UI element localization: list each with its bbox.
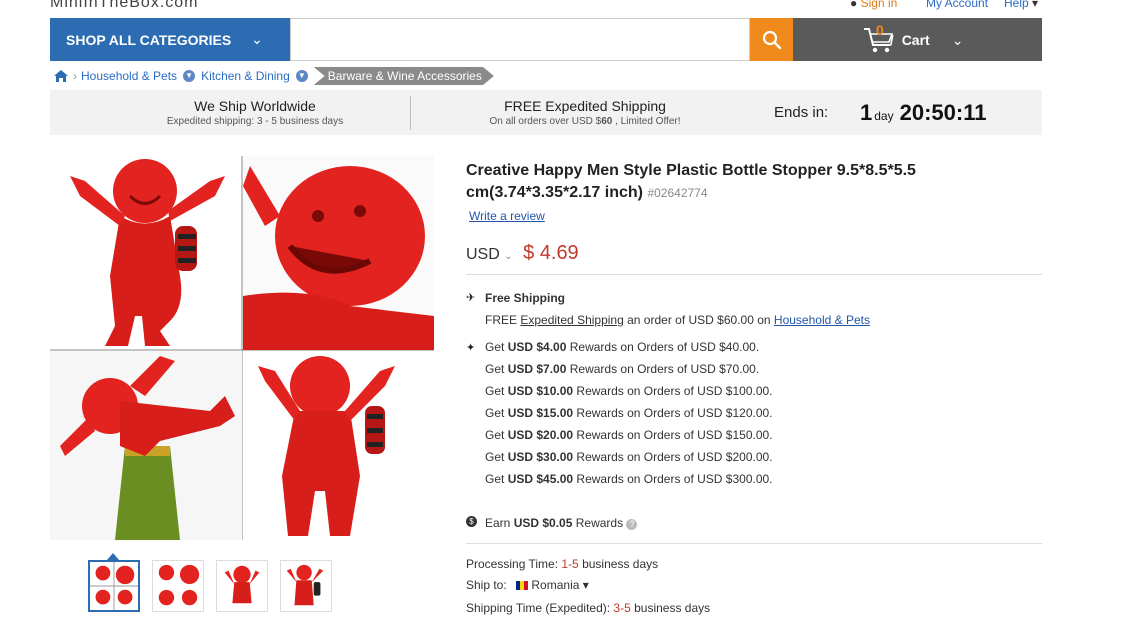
help-icon[interactable]: ? (626, 519, 638, 530)
user-icon: ● (850, 0, 858, 10)
product-figure-closeup (243, 156, 434, 350)
airplane-icon: ✈ (466, 292, 476, 304)
reward-row: Get USD $15.00 Rewards on Orders of USD … (485, 406, 773, 420)
write-review-link[interactable]: Write a review (469, 209, 545, 223)
chevron-down-icon: ⌄ (951, 31, 964, 48)
thumbnail-2[interactable] (152, 560, 204, 612)
reward-row: Get USD $45.00 Rewards on Orders of USD … (485, 472, 773, 486)
reward-row: Get USD $10.00 Rewards on Orders of USD … (485, 384, 773, 398)
cart-button[interactable]: 0 / Cart ⌄ (862, 22, 963, 58)
site-logo[interactable]: MiniInTheBox.com (50, 0, 199, 12)
reward-row: Get USD $4.00 Rewards on Orders of USD $… (485, 340, 760, 354)
caret-down-icon: ⌄ (504, 251, 513, 262)
banner-divider (410, 96, 411, 130)
breadcrumb-kitchen-dining[interactable]: Kitchen & Dining (201, 69, 290, 83)
help-label: Help (1004, 0, 1029, 10)
countdown-day-label: day (874, 109, 894, 123)
thumbnail-3[interactable] (216, 560, 268, 612)
ends-in-label: Ends in: (774, 104, 829, 121)
search-button[interactable] (750, 18, 793, 61)
divider (466, 274, 1042, 275)
search-icon (762, 30, 781, 49)
countdown-timer: 1 day 20:50:11 (860, 100, 986, 126)
promo-banner: We Ship Worldwide Expedited shipping: 3 … (50, 90, 1042, 135)
ship-to-selector[interactable]: Romania ▾ (516, 578, 589, 592)
chevron-down-icon[interactable]: ▼ (295, 70, 308, 82)
free-shipping-label: Free Shipping (485, 291, 566, 305)
search-input[interactable] (290, 18, 750, 61)
caret-down-icon: ▾ (582, 578, 589, 592)
ship-worldwide-block: We Ship Worldwide Expedited shipping: 3 … (110, 90, 400, 135)
product-sku: #02642774 (647, 186, 708, 200)
free-shipping-detail: FREE Expedited Shipping an order of USD … (485, 313, 870, 327)
breadcrumb: › Household & Pets ▼ Kitchen & Dining ▼ … (50, 66, 494, 86)
free-shipping-sub: On all orders over USD $60 , Limited Off… (489, 116, 681, 127)
processing-time: Processing Time: 1-5 business days (466, 557, 659, 571)
reward-row: Get USD $30.00 Rewards on Orders of USD … (485, 450, 773, 464)
breadcrumb-household-pets[interactable]: Household & Pets (81, 69, 177, 83)
thumbnail-4[interactable] (280, 560, 332, 612)
shipping-time: Shipping Time (Expedited): 3-5 business … (466, 601, 711, 615)
ship-worldwide-title: We Ship Worldwide (194, 98, 316, 114)
romania-flag-icon (516, 581, 529, 590)
help-link[interactable]: Help ▾ (1004, 0, 1038, 10)
thumbnail-1[interactable] (88, 560, 140, 612)
ship-worldwide-sub: Expedited shipping: 3 - 5 business days (166, 116, 344, 127)
breadcrumb-current: Barware & Wine Accessories (313, 67, 494, 85)
home-icon[interactable] (53, 69, 69, 83)
thumb-pointer (107, 553, 119, 560)
reward-row: Get USD $20.00 Rewards on Orders of USD … (485, 428, 773, 442)
countdown-days: 1 (860, 100, 873, 125)
currency-selector[interactable]: USD ⌄ (466, 246, 513, 263)
my-account-link[interactable]: My Account (926, 0, 988, 10)
expedited-shipping-link[interactable]: Expedited Shipping (520, 313, 623, 327)
cart-label: Cart (901, 32, 930, 48)
product-main-image[interactable] (50, 156, 434, 540)
caret-down-icon: ▾ (1032, 0, 1039, 10)
product-price: $ 4.69 (523, 242, 579, 264)
sign-in-link[interactable]: ● Sign in (850, 0, 897, 10)
ship-to: Ship to: Romania ▾ (466, 578, 589, 592)
earn-rewards: Earn USD $0.05 Rewards ? (485, 516, 638, 530)
chevron-down-icon[interactable]: ▼ (183, 70, 196, 82)
tag-icon: ✦ (466, 342, 476, 354)
breadcrumb-separator: › (73, 69, 77, 83)
dollar-icon: $ (466, 516, 477, 527)
price-block: USD ⌄ $ 4.69 (466, 242, 579, 265)
household-pets-link[interactable]: Household & Pets (774, 313, 870, 327)
reward-row: Get USD $7.00 Rewards on Orders of USD $… (485, 362, 760, 376)
product-figure-back (243, 351, 434, 540)
shop-all-categories-button[interactable]: SHOP ALL CATEGORIES ⌄ (50, 18, 290, 61)
countdown-time: 20:50:11 (899, 100, 987, 125)
cart-count: 0 (876, 22, 884, 38)
sign-in-label: Sign in (860, 0, 898, 10)
product-figure-on-bottle (50, 351, 242, 540)
divider (466, 543, 1042, 544)
free-shipping-title: FREE Expedited Shipping (504, 98, 666, 114)
cart-slash: / (889, 32, 894, 48)
categories-label: SHOP ALL CATEGORIES (66, 31, 232, 48)
product-title: Creative Happy Men Style Plastic Bottle … (466, 160, 946, 204)
chevron-down-icon: ⌄ (251, 31, 263, 47)
free-shipping-block: FREE Expedited Shipping On all orders ov… (430, 90, 740, 135)
